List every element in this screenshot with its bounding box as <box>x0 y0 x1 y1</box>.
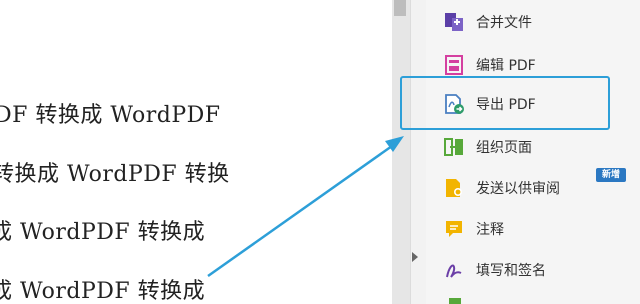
edit-pdf-icon <box>443 54 465 76</box>
tool-organize-pages[interactable]: 组织页面 <box>443 133 532 161</box>
highlight-box <box>400 76 610 130</box>
document-text-line: 转换成 WordPDF 转换 <box>0 162 230 187</box>
document-text-line: 成 WordPDF 转换成 <box>0 220 206 245</box>
tool-label: 注释 <box>476 222 504 238</box>
tool-label: 组织页面 <box>476 140 532 156</box>
next-tool-icon <box>449 298 461 304</box>
tool-edit-pdf[interactable]: 编辑 PDF <box>443 51 536 79</box>
new-badge: 新增 <box>596 168 626 182</box>
document-text-line: DF 转换成 WordPDF <box>0 103 221 128</box>
tool-comment[interactable]: 注释 <box>443 215 504 243</box>
combine-files-icon <box>443 11 465 33</box>
send-for-review-icon <box>443 177 465 199</box>
document-text-line: 成 WordPDF 转换成 <box>0 279 206 304</box>
document-view[interactable]: DF 转换成 WordPDF 转换成 WordPDF 转换 成 WordPDF … <box>0 0 392 304</box>
tool-label: 填写和签名 <box>476 263 546 279</box>
comment-icon <box>443 218 465 240</box>
fill-sign-icon <box>443 259 465 281</box>
organize-pages-icon <box>443 136 465 158</box>
vertical-scrollbar[interactable] <box>392 0 410 304</box>
tool-combine-files[interactable]: 合并文件 <box>443 8 532 36</box>
tool-label: 编辑 PDF <box>476 58 536 74</box>
tool-label: 发送以供审阅 <box>476 181 560 197</box>
collapse-panel-arrow-icon[interactable] <box>412 252 418 262</box>
scrollbar-thumb[interactable] <box>394 0 406 16</box>
tool-fill-sign[interactable]: 填写和签名 <box>443 256 546 284</box>
tool-label: 合并文件 <box>476 15 532 31</box>
tool-send-for-review[interactable]: 发送以供审阅 <box>443 174 560 202</box>
